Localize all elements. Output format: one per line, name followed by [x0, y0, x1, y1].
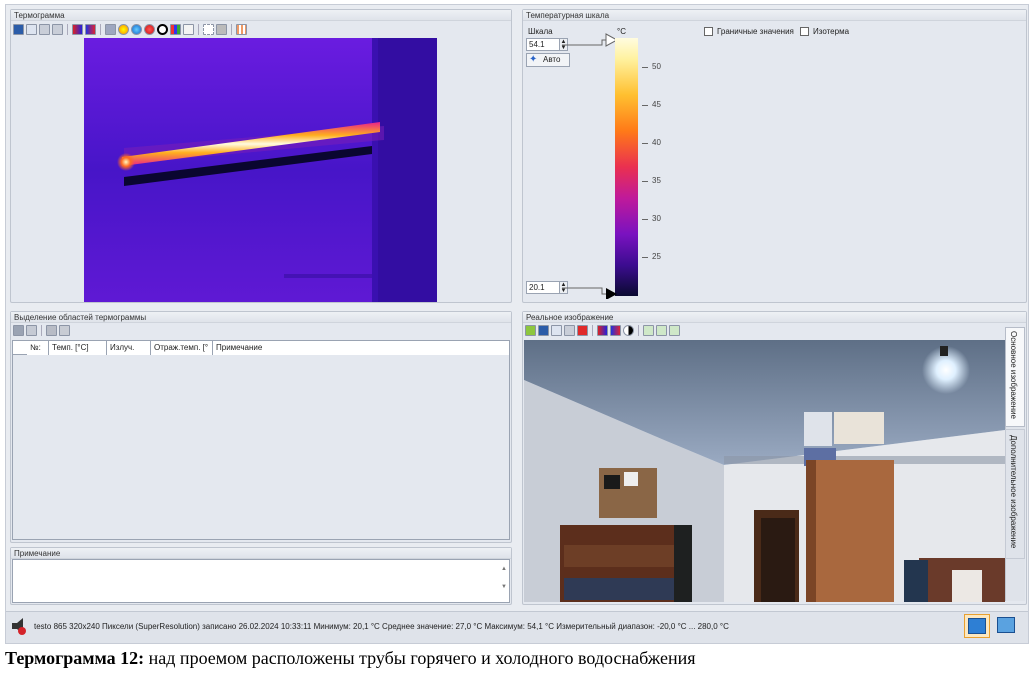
- histogram-icon[interactable]: [170, 24, 181, 35]
- export-icon[interactable]: [39, 24, 50, 35]
- palette-iron-icon[interactable]: [72, 24, 83, 35]
- layout-single-icon[interactable]: [964, 614, 990, 638]
- areas-toolbar: [13, 325, 70, 336]
- scale-tick-30: 30: [652, 214, 661, 223]
- palette-swap-icon[interactable]: [85, 24, 96, 35]
- color-scale-bar: [615, 38, 638, 296]
- auto-button-label: Авто: [543, 55, 561, 64]
- column-header-note[interactable]: Примечание: [213, 341, 509, 355]
- scale-min-marker: [562, 287, 617, 299]
- scale-tick-45: 45: [652, 100, 661, 109]
- scale-tick-mark: [642, 143, 648, 144]
- scale-label: Шкала: [528, 27, 553, 36]
- scale-tick-mark: [642, 67, 648, 68]
- cold-spot-icon[interactable]: [131, 24, 142, 35]
- scale-tick-50: 50: [652, 62, 661, 71]
- select-area-icon[interactable]: [203, 24, 214, 35]
- print-icon[interactable]: [52, 24, 63, 35]
- cursor-icon[interactable]: [105, 24, 116, 35]
- contrast-icon[interactable]: [623, 325, 634, 336]
- figure-caption: Термограмма 12: над проемом расположены …: [5, 648, 696, 669]
- scale-tick-40: 40: [652, 138, 661, 147]
- note-textarea[interactable]: [12, 559, 510, 603]
- save-icon[interactable]: [13, 24, 24, 35]
- copy-icon[interactable]: [26, 325, 37, 336]
- checkbox-box: [800, 27, 809, 36]
- column-header-reflected-temp[interactable]: Отраж.темп. [°: [151, 341, 213, 355]
- toolbar-separator: [67, 24, 68, 35]
- thermal-image[interactable]: [84, 38, 437, 302]
- caption-text: над проемом расположены трубы горячего и…: [144, 648, 696, 668]
- toolbar-separator: [198, 24, 199, 35]
- scale-tick-25: 25: [652, 252, 661, 261]
- real-image-panel-title: Реальное изображение: [523, 312, 1026, 323]
- speaker-icon: [12, 618, 26, 635]
- areas-panel-title: Выделение областей термограммы: [11, 312, 511, 323]
- application-window: Термограмма Температурная шкала Шкала °C…: [5, 4, 1029, 644]
- scale-tick-mark: [642, 219, 648, 220]
- save-icon[interactable]: [13, 325, 24, 336]
- pointer-icon[interactable]: [59, 325, 70, 336]
- layout-split-icon[interactable]: [994, 614, 1020, 638]
- zoom-fit-icon[interactable]: [669, 325, 680, 336]
- scale-min-input[interactable]: 20.1: [526, 281, 562, 294]
- caption-label: Термограмма 12:: [5, 648, 145, 668]
- column-header-emissivity[interactable]: Излуч.: [107, 341, 151, 355]
- areas-table: [12, 340, 510, 540]
- real-photo[interactable]: [524, 340, 1005, 602]
- hot-cold-icon[interactable]: [144, 24, 155, 35]
- status-text: testo 865 320x240 Пиксели (SuperResoluti…: [34, 622, 729, 631]
- real-image-toolbar: [525, 325, 680, 336]
- delete-icon[interactable]: [46, 325, 57, 336]
- load-image-icon[interactable]: [525, 325, 536, 336]
- export-icon[interactable]: [564, 325, 575, 336]
- toolbar-separator: [231, 24, 232, 35]
- profile-line-icon[interactable]: [183, 24, 194, 35]
- scale-tick-mark: [642, 257, 648, 258]
- toolbar-separator: [100, 24, 101, 35]
- scale-panel: Температурная шкала: [522, 9, 1027, 303]
- toolbar-separator: [592, 325, 593, 336]
- thermogram-toolbar: [13, 24, 247, 35]
- boundary-values-label: Граничные значения: [717, 27, 794, 36]
- scale-max-input[interactable]: 54.1: [526, 38, 562, 51]
- tab-extra-image-label: Дополнительное изображение: [1009, 435, 1018, 549]
- scale-tick-mark: [642, 105, 648, 106]
- scale-tick-mark: [642, 181, 648, 182]
- grid-icon[interactable]: [236, 24, 247, 35]
- hot-spot-icon[interactable]: [118, 24, 129, 35]
- window-glyph: [968, 618, 986, 634]
- scale-tick-35: 35: [652, 176, 661, 185]
- window-glyph: [997, 617, 1015, 633]
- isotherm-checkbox[interactable]: Изотерма: [800, 27, 849, 36]
- boundary-values-checkbox[interactable]: Граничные значения: [704, 27, 794, 36]
- scale-panel-title: Температурная шкала: [523, 10, 1026, 21]
- palette-iron-icon[interactable]: [597, 325, 608, 336]
- scale-unit: °C: [617, 27, 626, 36]
- note-panel-title: Примечание: [11, 548, 511, 559]
- save-icon[interactable]: [538, 325, 549, 336]
- copy-icon[interactable]: [26, 24, 37, 35]
- column-header-temp[interactable]: Темп. [°C]: [49, 341, 107, 355]
- no-marker-icon[interactable]: [157, 24, 168, 35]
- checkbox-box: [704, 27, 713, 36]
- zoom-out-icon[interactable]: [656, 325, 667, 336]
- zoom-in-icon[interactable]: [643, 325, 654, 336]
- toolbar-separator: [638, 325, 639, 336]
- scale-max-marker: [562, 33, 618, 47]
- delete-area-icon[interactable]: [216, 24, 227, 35]
- auto-icon: ✦: [529, 54, 538, 65]
- delete-icon[interactable]: [577, 325, 588, 336]
- palette-swap-icon[interactable]: [610, 325, 621, 336]
- toolbar-separator: [41, 325, 42, 336]
- copy-icon[interactable]: [551, 325, 562, 336]
- note-scrollbar[interactable]: ▲ ▼: [499, 560, 509, 602]
- isotherm-label: Изотерма: [813, 27, 850, 36]
- column-header-index[interactable]: №:: [27, 341, 49, 355]
- tab-main-image-label: Основное изображение: [1009, 331, 1018, 419]
- thermogram-panel-title: Термограмма: [11, 10, 511, 21]
